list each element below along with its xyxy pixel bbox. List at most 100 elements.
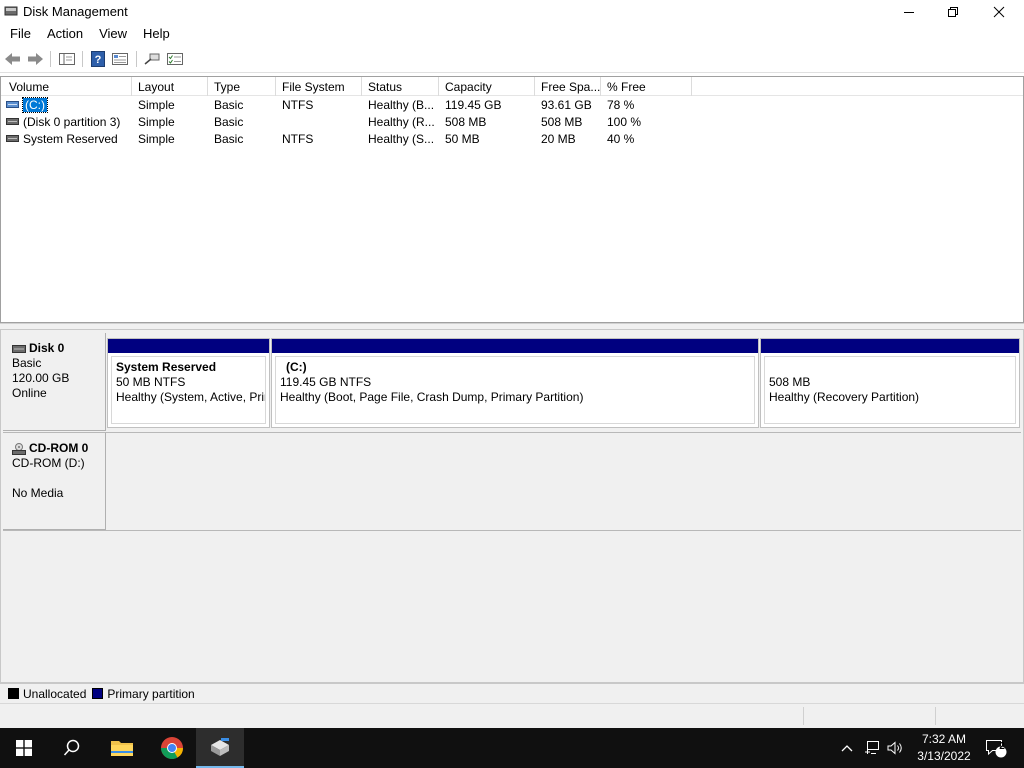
minimize-button[interactable] — [886, 0, 932, 23]
back-button[interactable] — [3, 50, 23, 68]
volume-icon — [887, 741, 902, 755]
forward-button[interactable] — [25, 50, 45, 68]
show-hidden-icons-button[interactable] — [836, 728, 858, 768]
partition-name: (C:) — [286, 360, 307, 374]
clock[interactable]: 7:32 AM 3/13/2022 — [909, 731, 979, 765]
help-button[interactable]: ? — [88, 50, 108, 68]
volume-list: Volume Layout Type File System Status Ca… — [0, 76, 1024, 323]
disk-size: 120.00 GB — [12, 371, 70, 385]
file-explorer-icon — [111, 741, 133, 756]
network-button[interactable] — [860, 728, 884, 768]
percent-free-cell: 100 % — [607, 115, 642, 129]
notification-center-button[interactable]: 2 — [976, 728, 1016, 768]
connect-icon — [144, 53, 160, 65]
partition-recovery[interactable]: 508 MB Healthy (Recovery Partition) — [760, 338, 1020, 428]
table-row[interactable]: (C:) Simple Basic NTFS Healthy (B... 119… — [1, 96, 1023, 113]
toolbar: ? — [0, 45, 1024, 73]
notification-count: 2 — [999, 741, 1005, 752]
column-type[interactable]: Type — [208, 77, 276, 96]
percent-free-cell: 78 % — [607, 98, 635, 112]
settings-list-button[interactable] — [165, 50, 185, 68]
type-cell: Basic — [214, 98, 244, 112]
search-button[interactable] — [48, 728, 96, 768]
menu-view[interactable]: View — [91, 23, 135, 45]
window-title: Disk Management — [23, 4, 128, 19]
menu-bar: File Action View Help — [0, 23, 1024, 45]
volume-icon — [6, 135, 19, 142]
disk-name: CD-ROM 0 — [29, 441, 89, 455]
taskbar: 7:32 AM 3/13/2022 2 — [0, 728, 1024, 768]
disk-type: Basic — [12, 356, 42, 370]
menu-action[interactable]: Action — [39, 23, 91, 45]
connect-button[interactable] — [142, 50, 162, 68]
status-bar — [0, 703, 1024, 728]
clock-time: 7:32 AM — [921, 732, 967, 746]
percent-free-cell: 40 % — [607, 132, 635, 146]
column-file-system[interactable]: File System — [276, 77, 362, 96]
chrome-button[interactable] — [148, 728, 196, 768]
close-button[interactable] — [976, 0, 1022, 23]
type-cell: Basic — [214, 115, 244, 129]
disk-map-pane: Disk 0 Basic 120.00 GB Online System Res… — [0, 329, 1024, 683]
disk-status: No Media — [12, 486, 64, 500]
volume-cell: (Disk 0 partition 3) — [23, 115, 121, 129]
help-icon: ? — [91, 51, 105, 67]
partition-system-reserved[interactable]: System Reserved 50 MB NTFS Healthy (Syst… — [107, 338, 270, 428]
status-cell: Healthy (B... — [368, 98, 435, 112]
partition-name — [769, 360, 1015, 375]
console-tree-button[interactable] — [57, 50, 77, 68]
status-cell: Healthy (S... — [368, 132, 435, 146]
disk-0-header[interactable]: Disk 0 Basic 120.00 GB Online — [3, 333, 106, 431]
free-space-cell: 508 MB — [541, 115, 583, 129]
properties-button[interactable] — [110, 50, 130, 68]
cdrom-0-header[interactable]: CD-ROM 0 CD-ROM (D:) No Media — [3, 433, 106, 530]
menu-file[interactable]: File — [2, 23, 39, 45]
table-row[interactable]: (Disk 0 partition 3) Simple Basic Health… — [1, 113, 1023, 130]
disk-divider — [3, 432, 1021, 433]
volume-cell: (C:) — [22, 97, 48, 113]
disk-management-taskbar-button[interactable] — [196, 728, 244, 768]
type-cell: Basic — [214, 132, 244, 146]
network-icon — [865, 741, 879, 754]
chrome-icon — [161, 737, 183, 759]
table-row[interactable]: System Reserved Simple Basic NTFS Health… — [1, 130, 1023, 147]
volume-button[interactable] — [884, 728, 908, 768]
free-space-cell: 20 MB — [541, 132, 576, 146]
file-explorer-button[interactable] — [98, 728, 146, 768]
file-system-cell: NTFS — [282, 98, 314, 112]
legend-primary-partition: Primary partition — [107, 686, 195, 701]
partition-status: Healthy (Boot, Page File, Crash Dump, Pr… — [280, 390, 584, 404]
start-button[interactable] — [0, 728, 48, 768]
file-system-cell: NTFS — [282, 132, 314, 146]
chevron-up-icon — [841, 745, 853, 752]
column-status[interactable]: Status — [362, 77, 439, 96]
primary-partition-swatch — [92, 688, 104, 699]
svg-text:?: ? — [95, 54, 102, 66]
capacity-cell: 508 MB — [445, 115, 487, 129]
menu-help[interactable]: Help — [135, 23, 178, 45]
console-tree-icon — [59, 53, 75, 65]
forward-icon — [28, 53, 43, 65]
settings-list-icon — [167, 53, 183, 65]
disk-management-app-icon — [4, 6, 18, 16]
volume-icon — [6, 101, 19, 108]
layout-cell: Simple — [138, 98, 175, 112]
layout-cell: Simple — [138, 132, 175, 146]
column-free-space[interactable]: Free Spa... — [535, 77, 601, 96]
partition-status: Healthy (System, Active, Prir — [116, 390, 266, 404]
column-percent-free[interactable]: % Free — [601, 77, 692, 96]
restore-button[interactable] — [930, 0, 976, 23]
partition-c[interactable]: (C:) 119.45 GB NTFS Healthy (Boot, Page … — [271, 338, 759, 428]
primary-partition-bar — [761, 339, 1019, 353]
status-cell: Healthy (R... — [368, 115, 435, 129]
column-volume[interactable]: Volume — [3, 77, 132, 96]
disk-type: CD-ROM (D:) — [12, 456, 85, 470]
capacity-cell: 119.45 GB — [445, 98, 502, 112]
disk-management-taskbar-icon — [211, 738, 229, 756]
windows-start-icon — [16, 740, 32, 756]
capacity-cell: 50 MB — [445, 132, 480, 146]
volume-icon — [6, 118, 19, 125]
cd-drive-icon — [12, 442, 26, 455]
column-layout[interactable]: Layout — [132, 77, 208, 96]
column-capacity[interactable]: Capacity — [439, 77, 535, 96]
